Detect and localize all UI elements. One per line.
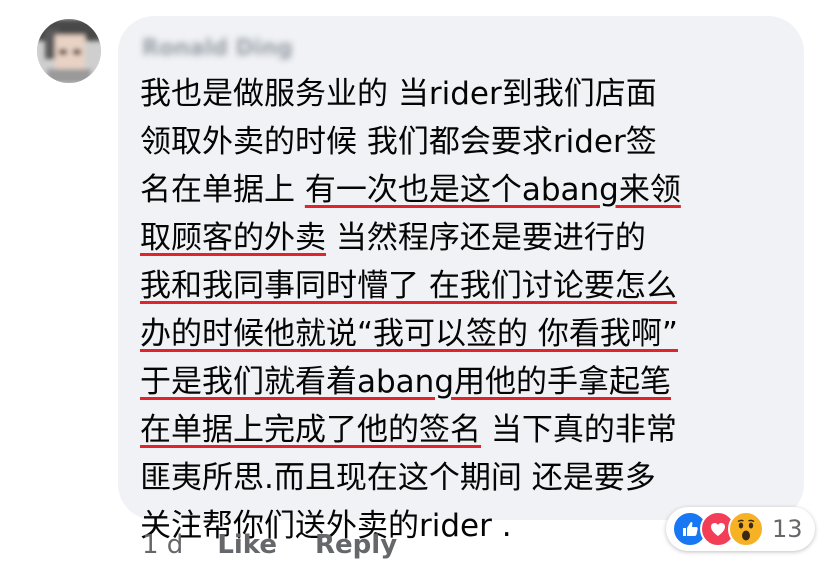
comment-text-segment: 名在单据上 (140, 172, 305, 208)
comment-line: 领取外卖的时候 我们都会要求rider签 (140, 118, 790, 166)
comment-text: 我也是做服务业的 当rider到我们店面 领取外卖的时候 我们都会要求rider… (140, 70, 790, 550)
underlined-text: 在单据上完成了他的签名 (140, 412, 481, 448)
reactions-summary[interactable]: 13 (666, 507, 815, 551)
underlined-text: 我和我同事同时懵了 在我们讨论要怎么 (140, 268, 677, 304)
comment-line: 匪夷所思.而且现在这个期间 还是要多 (140, 454, 790, 502)
comment-line: 取顾客的外卖 当然程序还是要进行的 (140, 214, 790, 262)
comment-line: 名在单据上 有一次也是这个abang来领 (140, 166, 790, 214)
avatar[interactable] (37, 19, 101, 83)
like-button[interactable]: Like (217, 530, 277, 560)
comment-author[interactable]: Ronald Ding (142, 38, 293, 60)
comment-text-segment: 我也是做服务业的 当rider到我们店面 (140, 76, 657, 112)
comment-line: 我和我同事同时懵了 在我们讨论要怎么 (140, 262, 790, 310)
comment-line: 于是我们就看着abang用他的手拿起笔 (140, 358, 790, 406)
reply-button[interactable]: Reply (315, 530, 397, 560)
comment-text-segment: 领取外卖的时候 我们都会要求rider签 (140, 124, 657, 160)
underlined-text: 有一次也是这个abang来领 (304, 172, 681, 208)
underlined-text: 于是我们就看着abang用他的手拿起笔 (140, 364, 671, 400)
comment-text-segment: 匪夷所思.而且现在这个期间 还是要多 (140, 460, 656, 496)
avatar-image (37, 19, 101, 83)
underlined-text: 办的时候他就说“我可以签的 你看我啊” (140, 316, 678, 352)
comment-text-segment: 当下真的非常 (481, 412, 677, 448)
comment-line: 我也是做服务业的 当rider到我们店面 (140, 70, 790, 118)
wow-icon (728, 511, 764, 547)
comment-line: 办的时候他就说“我可以签的 你看我啊” (140, 310, 790, 358)
comment-timestamp[interactable]: 1 d (142, 530, 183, 560)
reaction-count: 13 (772, 515, 803, 543)
comment-bubble: Ronald Ding 我也是做服务业的 当rider到我们店面 领取外卖的时候… (118, 16, 804, 544)
comment-line: 在单据上完成了他的签名 当下真的非常 (140, 406, 790, 454)
comment-actions: 1 d Like Reply (142, 527, 435, 563)
comment-text-segment: 当然程序还是要进行的 (326, 220, 646, 256)
comment-screenshot: Ronald Ding 我也是做服务业的 当rider到我们店面 领取外卖的时候… (0, 0, 828, 572)
underlined-text: 取顾客的外卖 (140, 220, 326, 256)
